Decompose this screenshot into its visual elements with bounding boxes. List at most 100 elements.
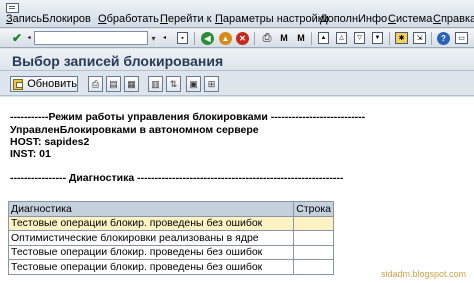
table-row[interactable]: Тестовые операции блокир. проведены без … bbox=[7, 259, 334, 275]
diagnostic-text-cell[interactable]: Оптимистические блокировки реализованы в… bbox=[7, 230, 295, 246]
shortcut-icon: ⇲ bbox=[416, 34, 423, 42]
line-cell[interactable] bbox=[293, 230, 334, 246]
menu-extras[interactable]: ДополнИнфо bbox=[320, 13, 387, 25]
previous-page-icon: △ bbox=[339, 35, 344, 41]
new-session-button[interactable]: ✱ bbox=[395, 32, 408, 44]
binoculars-next-icon: M bbox=[297, 32, 305, 43]
toolbar-left-grip-icon: ◂ bbox=[27, 35, 31, 41]
menu-label: бработать bbox=[106, 13, 159, 25]
mode-header-line: -----------Режим работы управления блоки… bbox=[10, 111, 366, 123]
toolbar-collapse-icon[interactable]: ◂ bbox=[161, 31, 168, 45]
print-button[interactable]: ⎙ bbox=[260, 31, 274, 45]
menu-system[interactable]: Система bbox=[388, 13, 432, 25]
table-row[interactable]: Оптимистические блокировки реализованы в… bbox=[7, 230, 334, 246]
find-next-button[interactable]: M bbox=[294, 31, 308, 45]
table-row[interactable]: Тестовые операции блокир. проведены без … bbox=[7, 215, 334, 231]
printer-icon: ⎙ bbox=[91, 78, 100, 89]
sort-button[interactable]: ⇅ bbox=[166, 76, 181, 92]
menu-hotkey: П bbox=[160, 13, 168, 25]
last-page-icon: ▼ bbox=[374, 35, 381, 41]
print-list-button[interactable]: ⎙ bbox=[88, 76, 103, 92]
menu-label: аписьБлокиров bbox=[12, 13, 91, 25]
delete-button[interactable]: ▥ bbox=[148, 76, 163, 92]
command-field[interactable] bbox=[34, 31, 148, 45]
column-header-diagnostics[interactable]: Диагностика bbox=[7, 201, 295, 217]
diagnostics-header-line: ---------------- Диагностика -----------… bbox=[10, 172, 344, 184]
floppy-icon: ▪ bbox=[181, 34, 184, 42]
menu-label: истема bbox=[395, 13, 433, 25]
menu-hotkey: С bbox=[433, 13, 441, 25]
menu-hotkey: О bbox=[98, 13, 107, 25]
cancel-button[interactable]: ✕ bbox=[236, 32, 249, 45]
toolbar-separator bbox=[254, 32, 255, 45]
line-cell[interactable] bbox=[293, 244, 334, 260]
system-menu-icon[interactable] bbox=[6, 3, 19, 13]
table-header-row: Диагностика Строка bbox=[7, 201, 334, 217]
filter-button[interactable]: ▣ bbox=[186, 76, 201, 92]
find-button[interactable]: M bbox=[277, 31, 291, 45]
select-button[interactable]: ▤ bbox=[106, 76, 121, 92]
menu-label: араметры настройки bbox=[222, 13, 329, 25]
trash-icon: ▥ bbox=[151, 78, 160, 89]
command-history-button[interactable]: ▾ bbox=[149, 32, 158, 44]
chevron-down-icon: ▾ bbox=[151, 33, 156, 43]
exit-button[interactable]: ▲ bbox=[219, 32, 232, 45]
back-button[interactable]: ◀ bbox=[201, 32, 214, 45]
back-arrow-icon: ◀ bbox=[204, 33, 211, 43]
printer-icon: ⎙ bbox=[262, 31, 272, 44]
export-button[interactable]: ⊞ bbox=[204, 76, 219, 92]
binoculars-icon: M bbox=[280, 32, 288, 43]
next-page-button[interactable]: ▽ bbox=[354, 32, 365, 44]
refresh-button[interactable]: Обновить bbox=[10, 76, 78, 92]
instance-line: INST: 01 bbox=[10, 148, 51, 160]
application-toolbar: Обновить ⎙ ▤ ▦ ▥ ⇅ ▣ ⊞ bbox=[0, 72, 474, 96]
menu-hotkey: Д bbox=[320, 13, 328, 25]
line-cell[interactable] bbox=[293, 215, 334, 231]
menu-lock-entry[interactable]: ЗаписьБлокиров bbox=[6, 13, 91, 25]
previous-page-button[interactable]: △ bbox=[336, 32, 347, 44]
details-button[interactable]: ▦ bbox=[124, 76, 139, 92]
enter-button[interactable]: ✔ bbox=[10, 31, 24, 45]
server-mode-line: УправленБлокировками в автономном сервер… bbox=[10, 124, 259, 136]
toolbar-separator bbox=[311, 32, 312, 45]
help-icon: ? bbox=[441, 33, 446, 43]
save-button[interactable]: ▪ bbox=[177, 32, 188, 44]
shortcut-button[interactable]: ⇲ bbox=[413, 32, 426, 44]
diagnostic-text-cell[interactable]: Тестовые операции блокир. проведены без … bbox=[7, 244, 295, 260]
first-page-button[interactable]: ▲ bbox=[318, 32, 329, 44]
menu-label: ополнИнфо bbox=[327, 13, 388, 25]
filter-icon: ▣ bbox=[189, 78, 198, 89]
menu-settings[interactable]: Параметры настройки bbox=[215, 13, 329, 25]
details-icon: ▦ bbox=[127, 78, 136, 89]
table-row[interactable]: Тестовые операции блокир. проведены без … bbox=[7, 244, 334, 260]
diagnostics-table: Диагностика Строка Тестовые операции бло… bbox=[7, 201, 334, 275]
page-title: Выбор записей блокирования bbox=[12, 53, 224, 69]
sort-icon: ⇅ bbox=[169, 78, 178, 89]
first-page-icon: ▲ bbox=[320, 35, 327, 41]
toolbar-separator bbox=[194, 32, 195, 45]
menu-hotkey: С bbox=[388, 13, 396, 25]
menu-edit[interactable]: Обработать bbox=[98, 13, 159, 25]
refresh-icon bbox=[13, 78, 24, 90]
host-line: HOST: sapides2 bbox=[10, 136, 90, 148]
toolbar-separator bbox=[431, 32, 432, 45]
menu-goto[interactable]: Перейти к bbox=[160, 13, 211, 25]
diagnostic-text-cell[interactable]: Тестовые операции блокир. проведены без … bbox=[7, 259, 295, 275]
layout-menu-button[interactable]: ▭ bbox=[455, 32, 468, 44]
menu-hotkey: П bbox=[215, 13, 223, 25]
watermark: sidadm.blogspot.com bbox=[380, 269, 466, 279]
new-window-icon: ✱ bbox=[398, 34, 405, 42]
line-cell[interactable] bbox=[293, 259, 334, 275]
help-button[interactable]: ? bbox=[437, 32, 450, 45]
select-icon: ▤ bbox=[109, 78, 118, 89]
next-page-icon: ▽ bbox=[357, 35, 362, 41]
last-page-button[interactable]: ▼ bbox=[372, 32, 383, 44]
column-header-line[interactable]: Строка bbox=[293, 201, 334, 217]
refresh-label: Обновить bbox=[27, 78, 77, 90]
checkmark-icon: ✔ bbox=[11, 31, 23, 45]
exit-icon: ▲ bbox=[221, 33, 230, 43]
toolbar-separator bbox=[389, 32, 390, 45]
diagnostic-text-cell[interactable]: Тестовые операции блокир. проведены без … bbox=[7, 215, 295, 231]
export-icon: ⊞ bbox=[207, 78, 216, 89]
menu-help[interactable]: Справка bbox=[433, 13, 474, 25]
